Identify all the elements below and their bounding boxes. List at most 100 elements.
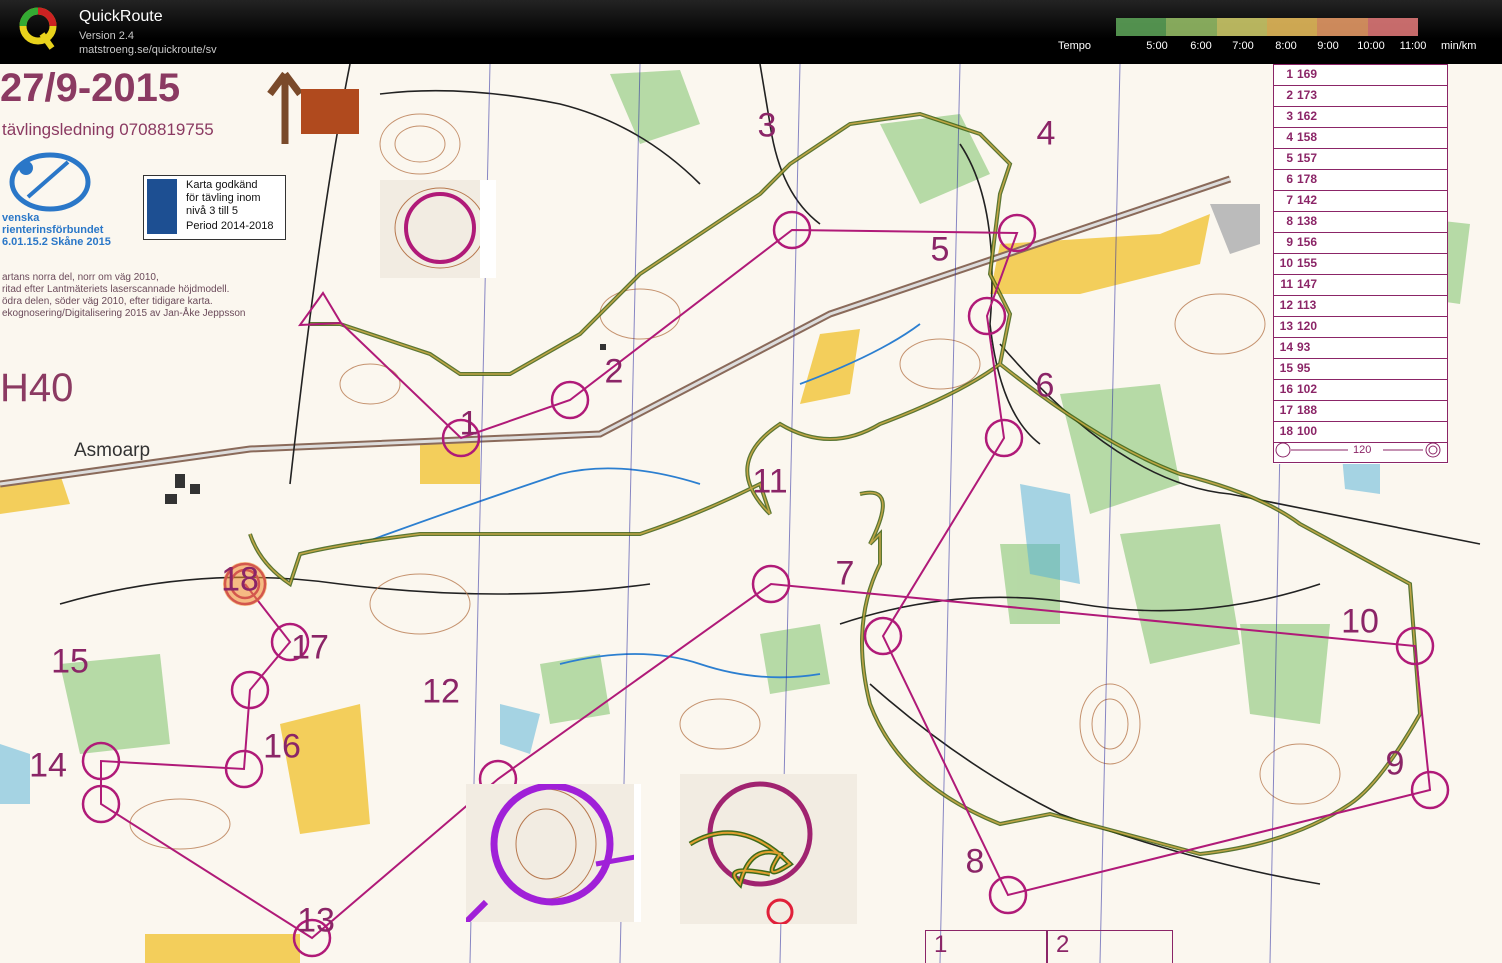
control-code: 120 — [1297, 319, 1318, 333]
control-order: 18 — [1279, 424, 1293, 438]
finish-distance: 120 — [1353, 444, 1372, 456]
control-number[interactable]: 16 — [263, 728, 301, 767]
description-row: 10 155 — [1273, 253, 1448, 275]
description-row: 16 102 — [1273, 379, 1448, 401]
federation-text: venska rienterinsförbundet 6.01.15.2 Skå… — [2, 212, 111, 248]
description-row: 6 178 — [1273, 169, 1448, 191]
description-row: 1 169 — [1273, 64, 1448, 86]
tempo-scale-segment — [1367, 18, 1418, 36]
control-number[interactable]: 13 — [297, 902, 335, 941]
description-row: 11 147 — [1273, 274, 1448, 296]
control-code: 158 — [1297, 130, 1318, 144]
description-row: 12 113 — [1273, 295, 1448, 317]
tempo-tick: 8:00 — [1275, 40, 1297, 52]
control-number[interactable]: 8 — [966, 843, 985, 882]
control-order: 15 — [1279, 361, 1293, 375]
quickroute-logo-icon — [19, 7, 57, 50]
title-bar: QuickRoute Version 2.4 matstroeng.se/qui… — [0, 0, 1502, 64]
control-number[interactable]: 14 — [29, 747, 67, 786]
inset-map-route — [680, 774, 857, 924]
control-number[interactable]: 1 — [460, 405, 479, 444]
tempo-unit: min/km — [1441, 40, 1477, 52]
control-description-sheet: 1 169 2 173 3 162 4 158 5 157 6 178 7 142 8 138 9 156 10 15… — [1273, 64, 1448, 464]
control-order: 12 — [1279, 298, 1293, 312]
control-number[interactable]: 3 — [758, 107, 777, 146]
description-row: 8 138 — [1273, 211, 1448, 233]
control-code: 93 — [1297, 340, 1311, 354]
control-code: 155 — [1297, 256, 1318, 270]
tempo-tick: 5:00 — [1146, 40, 1168, 52]
description-row: 5 157 — [1273, 148, 1448, 170]
control-order: 9 — [1286, 235, 1293, 249]
control-order: 7 — [1286, 193, 1293, 207]
description-row: 14 93 — [1273, 337, 1448, 359]
control-order: 14 — [1279, 340, 1293, 354]
map-info-text: artans norra del, norr om väg 2010, rita… — [2, 272, 246, 319]
description-row: 17 188 — [1273, 400, 1448, 422]
control-order: 6 — [1286, 172, 1293, 186]
description-row: 4 158 — [1273, 127, 1448, 149]
control-order: 16 — [1279, 382, 1293, 396]
control-code: 138 — [1297, 214, 1318, 228]
control-code: 100 — [1297, 424, 1318, 438]
control-order: 5 — [1286, 151, 1293, 165]
description-row: 3 162 — [1273, 106, 1448, 128]
description-row: 13 120 — [1273, 316, 1448, 338]
page-box-2: 2 — [1047, 930, 1173, 963]
place-name: Asmoarp — [74, 440, 151, 461]
control-number[interactable]: 2 — [605, 353, 624, 392]
control-code: 95 — [1297, 361, 1311, 375]
tempo-tick: 7:00 — [1232, 40, 1254, 52]
control-number[interactable]: 17 — [291, 629, 329, 668]
control-code: 102 — [1297, 382, 1318, 396]
inset-map-start — [380, 180, 496, 278]
control-order: 3 — [1286, 109, 1293, 123]
tempo-scale-segment — [1216, 18, 1267, 36]
control-number[interactable]: 4 — [1037, 115, 1056, 154]
control-number[interactable]: 12 — [422, 673, 460, 712]
control-code: 178 — [1297, 172, 1318, 186]
app-title: QuickRoute — [79, 8, 163, 25]
control-order: 10 — [1279, 256, 1293, 270]
finish-leg: 120 — [1273, 440, 1448, 461]
svensk-orientering-badge-icon — [147, 179, 177, 234]
description-row: 7 142 — [1273, 190, 1448, 212]
control-code: 142 — [1297, 193, 1318, 207]
control-code: 162 — [1297, 109, 1318, 123]
control-number[interactable]: 15 — [51, 643, 89, 682]
control-number[interactable]: 7 — [836, 555, 855, 594]
description-row: 9 156 — [1273, 232, 1448, 254]
tempo-scale-segment — [1166, 18, 1217, 36]
event-date: 27/9-2015 — [0, 66, 181, 110]
app-url: matstroeng.se/quickroute/sv — [79, 44, 217, 56]
orienteering-map[interactable]: 27/9-2015 tävlingsledning 0708819755 ven… — [0, 64, 1502, 963]
control-code: 147 — [1297, 277, 1318, 291]
control-code: 113 — [1297, 298, 1317, 312]
description-row: 2 173 — [1273, 85, 1448, 107]
control-order: 1 — [1286, 67, 1293, 81]
control-code: 169 — [1297, 67, 1318, 81]
tempo-scale-segment — [1116, 18, 1167, 36]
tempo-label: Tempo — [1058, 40, 1092, 52]
contact-phone: tävlingsledning 0708819755 — [2, 120, 214, 139]
control-order: 17 — [1279, 403, 1293, 417]
control-order: 13 — [1279, 319, 1293, 333]
course-class: H40 — [0, 366, 74, 410]
tempo-tick: 11:00 — [1399, 40, 1427, 52]
control-code: 157 — [1297, 151, 1318, 165]
control-number[interactable]: 9 — [1386, 745, 1405, 784]
control-number[interactable]: 5 — [931, 231, 950, 270]
control-number[interactable]: 6 — [1036, 367, 1055, 406]
control-order: 8 — [1286, 214, 1293, 228]
tempo-tick: 6:00 — [1190, 40, 1212, 52]
tempo-scale-segment — [1267, 18, 1318, 36]
tempo-tick: 10:00 — [1357, 40, 1385, 52]
control-code: 173 — [1297, 88, 1318, 102]
control-number[interactable]: 11 — [752, 463, 787, 502]
control-number[interactable]: 18 — [221, 561, 259, 600]
orienteering-federation-logo-icon — [9, 152, 91, 212]
control-number[interactable]: 10 — [1341, 603, 1379, 642]
control-order: 2 — [1286, 88, 1293, 102]
tempo-color-scale — [1116, 18, 1418, 36]
approval-stamp: Karta godkänd för tävling inom nivå 3 ti… — [143, 175, 286, 240]
